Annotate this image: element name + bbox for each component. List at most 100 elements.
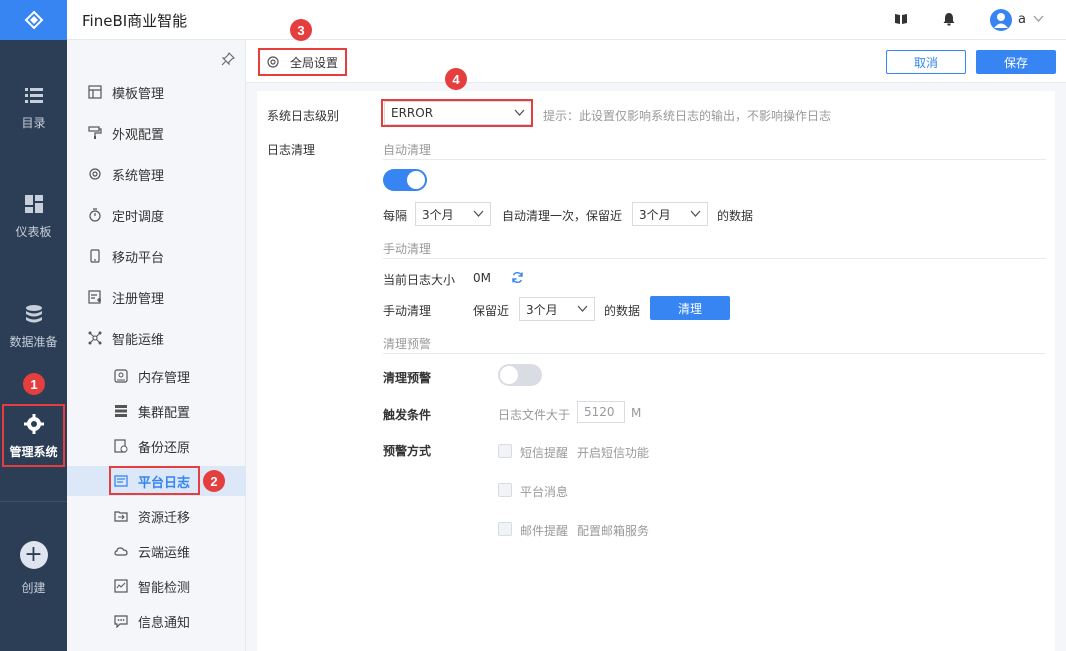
- stopwatch-icon: [89, 208, 101, 222]
- sidebar-subitem-cluster[interactable]: 集群配置: [67, 396, 246, 426]
- retention-value: 3个月: [639, 207, 671, 222]
- settings-toolbar: 全局设置 取消 保存: [246, 40, 1066, 83]
- avatar[interactable]: [990, 9, 1012, 31]
- platform-message-label: 平台消息: [520, 485, 569, 499]
- main-content: 全局设置 取消 保存 系统日志级别 ERROR 提示：此设置仅影响系统日志的输出…: [246, 40, 1066, 651]
- email-config-link[interactable]: 配置邮箱服务: [577, 522, 649, 539]
- auto-middle-text: 自动清理一次，保留近: [502, 209, 623, 223]
- network-icon: [88, 331, 102, 345]
- admin-sidebar: 模板管理 外观配置 系统管理 定时调度 移动平台 注册管理 智能运维 内存管理 …: [67, 40, 246, 651]
- sidebar-item-label: 移动平台: [112, 250, 165, 266]
- sidebar-item-label: 集群配置: [138, 405, 191, 421]
- cloud-icon: [114, 547, 128, 556]
- settings-panel: 系统日志级别 ERROR 提示：此设置仅影响系统日志的输出，不影响操作日志 日志…: [257, 91, 1055, 651]
- memory-icon: [114, 369, 128, 383]
- retention-select[interactable]: 3个月: [632, 202, 708, 226]
- sms-enable-link[interactable]: 开启短信功能: [577, 444, 649, 461]
- register-icon: [88, 290, 101, 304]
- chevron-down-icon: [690, 210, 701, 217]
- refresh-icon[interactable]: [511, 271, 524, 284]
- sidebar-item-system[interactable]: 系统管理: [67, 159, 246, 189]
- pin-icon[interactable]: [221, 52, 235, 66]
- backup-icon: [114, 439, 128, 453]
- trigger-size-input[interactable]: 5120: [577, 401, 625, 423]
- sidebar-subitem-migrate[interactable]: 资源迁移: [67, 501, 246, 531]
- interval-select[interactable]: 3个月: [415, 202, 491, 226]
- annotation-badge: 3: [290, 19, 312, 41]
- app-logo[interactable]: [0, 0, 67, 40]
- sidebar-item-label: 资源迁移: [138, 510, 191, 526]
- top-header: FineBI商业智能 a: [67, 0, 1066, 40]
- manual-cleanup-label: 手动清理: [383, 304, 432, 318]
- log-level-label: 系统日志级别: [267, 109, 340, 123]
- annotation-badge: 4: [445, 68, 467, 90]
- annotation-box-log-level: [381, 99, 533, 127]
- data-suffix: 的数据: [717, 209, 754, 223]
- auto-cleanup-toggle[interactable]: [383, 169, 427, 191]
- rail-item-label: 仪表板: [15, 225, 52, 239]
- manual-data-suffix: 的数据: [604, 304, 641, 318]
- sidebar-item-label: 信息通知: [138, 615, 191, 631]
- sidebar-item-label: 备份还原: [138, 440, 191, 456]
- rail-item-data-prep[interactable]: 数据准备: [0, 303, 67, 350]
- sidebar-item-template[interactable]: 模板管理: [67, 77, 246, 107]
- method-label: 预警方式: [383, 444, 432, 458]
- user-name[interactable]: a: [1018, 12, 1026, 27]
- sidebar-subitem-cloud[interactable]: 云端运维: [67, 536, 246, 566]
- sidebar-item-schedule[interactable]: 定时调度: [67, 200, 246, 230]
- interval-value: 3个月: [422, 207, 454, 222]
- sidebar-item-label: 外观配置: [112, 127, 165, 143]
- book-icon[interactable]: [894, 12, 908, 26]
- sidebar-subitem-detect[interactable]: 智能检测: [67, 571, 246, 601]
- list-icon: [24, 88, 43, 103]
- sms-checkbox[interactable]: [498, 444, 512, 458]
- sidebar-item-label: 智能检测: [138, 580, 191, 596]
- bell-icon[interactable]: [942, 12, 956, 26]
- log-cleanup-label: 日志清理: [267, 143, 316, 157]
- sidebar-subitem-notify[interactable]: 信息通知: [67, 606, 246, 636]
- trigger-size-value: 5120: [584, 405, 615, 419]
- sidebar-item-label: 定时调度: [112, 209, 165, 225]
- app-title: FineBI商业智能: [82, 12, 188, 30]
- rail-item-label: 创建: [21, 581, 46, 595]
- save-button[interactable]: 保存: [976, 50, 1056, 74]
- sidebar-item-label: 云端运维: [138, 545, 191, 561]
- logo-icon: [24, 10, 43, 30]
- manual-keep-prefix: 保留近: [473, 304, 510, 318]
- rail-item-create[interactable]: + 创建: [0, 541, 67, 596]
- mobile-icon: [90, 249, 100, 263]
- section-divider: [383, 258, 1046, 259]
- warning-label: 清理预警: [383, 371, 432, 385]
- clear-button[interactable]: 清理: [650, 296, 730, 320]
- manual-retention-value: 3个月: [526, 302, 558, 317]
- sidebar-item-ops[interactable]: 智能运维: [67, 323, 246, 353]
- sidebar-item-appearance[interactable]: 外观配置: [67, 118, 246, 148]
- rail-item-catalog[interactable]: 目录: [0, 84, 67, 131]
- manual-retention-select[interactable]: 3个月: [519, 297, 595, 321]
- warning-toggle[interactable]: [498, 364, 542, 386]
- rail-divider: [0, 501, 67, 502]
- sidebar-subitem-backup[interactable]: 备份还原: [67, 431, 246, 461]
- sidebar-item-register[interactable]: 注册管理: [67, 282, 246, 312]
- rail-item-dashboard[interactable]: 仪表板: [0, 193, 67, 240]
- current-size-label: 当前日志大小: [383, 273, 456, 287]
- monitor-icon: [114, 579, 128, 593]
- cancel-button[interactable]: 取消: [886, 50, 966, 74]
- platform-message-checkbox[interactable]: [498, 483, 512, 497]
- manual-cleanup-title: 手动清理: [383, 242, 432, 256]
- rail-item-label: 数据准备: [9, 335, 58, 349]
- sidebar-subitem-memory[interactable]: 内存管理: [67, 361, 246, 391]
- migrate-icon: [114, 511, 128, 522]
- annotation-box-platform-log: [109, 466, 200, 495]
- chevron-down-icon[interactable]: [1033, 15, 1044, 23]
- email-checkbox[interactable]: [498, 522, 512, 536]
- template-icon: [88, 85, 102, 99]
- message-icon: [114, 615, 128, 628]
- annotation-badge: 1: [23, 373, 45, 395]
- cluster-icon: [115, 405, 127, 417]
- trigger-unit: M: [631, 406, 642, 420]
- trigger-label: 触发条件: [383, 408, 432, 422]
- sidebar-item-label: 系统管理: [112, 168, 165, 184]
- sidebar-item-mobile[interactable]: 移动平台: [67, 241, 246, 271]
- database-icon: [25, 305, 42, 323]
